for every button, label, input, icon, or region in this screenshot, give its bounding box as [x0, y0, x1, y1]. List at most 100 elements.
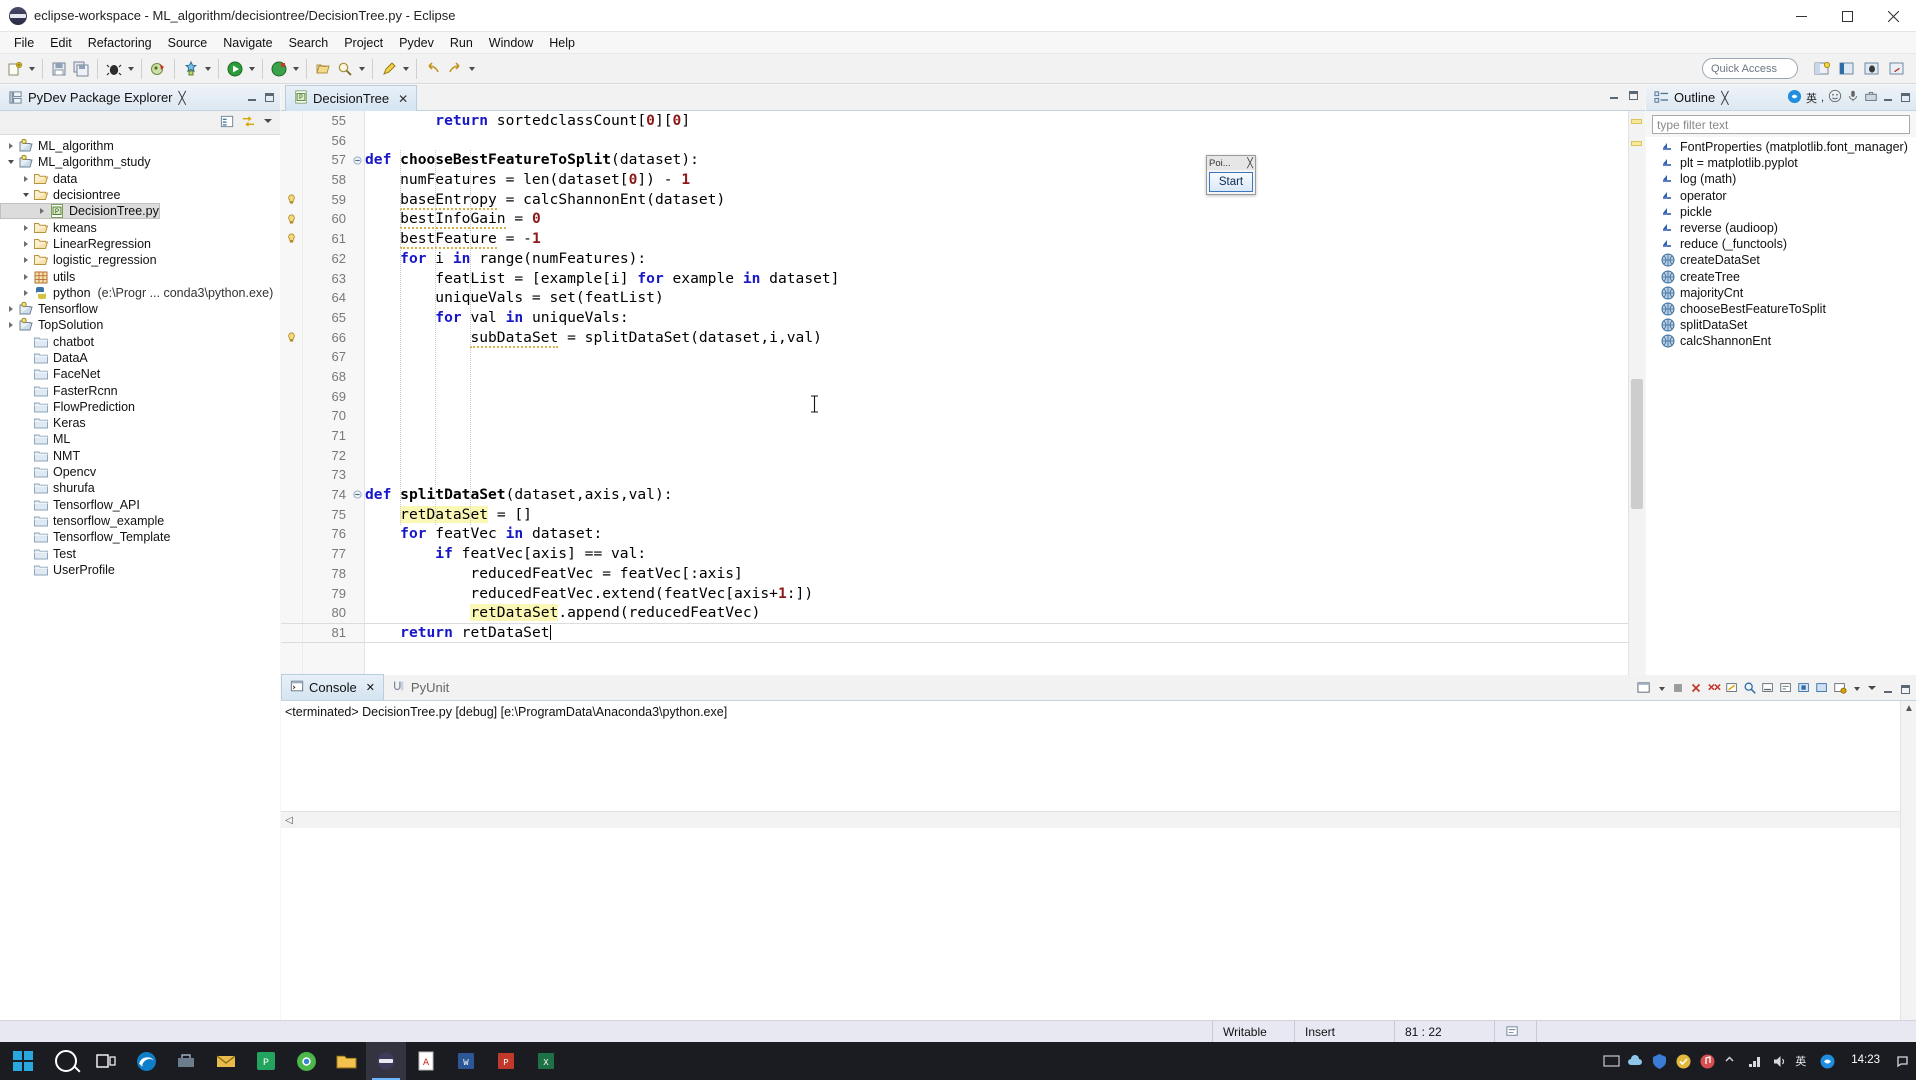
mic-icon[interactable]	[1846, 89, 1860, 106]
ime-lang-icon[interactable]: 英	[1806, 90, 1817, 106]
scroll-left-icon[interactable]: ◁	[281, 813, 297, 828]
last-edit-dropdown-icon[interactable]	[400, 58, 411, 80]
ime-sogou-icon[interactable]	[1819, 1053, 1836, 1070]
shield-icon[interactable]	[1651, 1053, 1668, 1070]
code-line[interactable]: retDataSet.append(reducedFeatVec)	[365, 603, 1627, 623]
code-line[interactable]: bestInfoGain = 0	[365, 209, 1627, 230]
package-explorer-tab[interactable]: PyDev Package Explorer ╳	[0, 85, 280, 111]
music-icon[interactable]	[1699, 1053, 1716, 1070]
outline-item[interactable]: calcShannonEnt	[1646, 333, 1916, 349]
code-line[interactable]: numFeatures = len(dataset[0]) - 1	[365, 170, 1627, 190]
outline-item[interactable]: FontProperties (matplotlib.font_manager)	[1646, 139, 1916, 155]
console-view-menu-icon[interactable]	[1866, 682, 1878, 697]
tree-item-userprofile[interactable]: UserProfile	[0, 562, 280, 578]
chevron-right-icon[interactable]	[19, 172, 33, 186]
chevron-right-icon[interactable]	[19, 221, 33, 235]
run-icon[interactable]	[224, 58, 246, 80]
save-icon[interactable]	[48, 58, 70, 80]
tab-console[interactable]: Console ✕	[281, 674, 384, 700]
task-view-icon[interactable]	[86, 1042, 126, 1080]
taskbar-clock[interactable]: 14:23	[1843, 1054, 1888, 1067]
chevron-right-icon[interactable]	[35, 204, 49, 218]
menu-project[interactable]: Project	[336, 34, 391, 52]
view-menu-icon[interactable]	[262, 115, 274, 130]
monitor-icon[interactable]	[1603, 1053, 1620, 1070]
tab-pyunit[interactable]: PyUnit	[384, 674, 457, 700]
pydev-package-icon[interactable]	[180, 58, 202, 80]
menu-run[interactable]: Run	[442, 34, 481, 52]
excel-icon[interactable]: X	[526, 1042, 566, 1080]
back-icon[interactable]	[422, 58, 444, 80]
save-all-icon[interactable]	[70, 58, 92, 80]
code-line[interactable]: baseEntropy = calcShannonEnt(dataset)	[365, 190, 1627, 210]
debug-dropdown-icon[interactable]	[125, 58, 136, 80]
chevron-right-icon[interactable]	[19, 286, 33, 300]
tree-item-ml[interactable]: ML	[0, 431, 280, 447]
minimize-icon[interactable]	[246, 91, 259, 104]
scroll-thumb[interactable]	[1631, 379, 1643, 509]
chevron-down-icon[interactable]	[19, 188, 33, 202]
tree-item-facenet[interactable]: FaceNet	[0, 366, 280, 382]
code-line[interactable]: return sortedclassCount[0][0]	[365, 111, 1627, 131]
link-with-editor-icon[interactable]	[241, 114, 256, 132]
tree-item-ml-algorithm[interactable]: ML_algorithm	[0, 138, 280, 154]
explorer-icon[interactable]	[326, 1042, 366, 1080]
tree-item-opencv[interactable]: Opencv	[0, 464, 280, 480]
maximize-icon[interactable]	[1628, 90, 1639, 104]
tree-item-utils[interactable]: utils	[0, 268, 280, 284]
find-icon[interactable]	[1743, 681, 1757, 698]
perspective-pydev-icon[interactable]	[1836, 58, 1858, 80]
emoji-icon[interactable]	[1828, 89, 1842, 106]
overview-marker[interactable]	[1631, 141, 1642, 146]
menu-file[interactable]: File	[6, 34, 42, 52]
eclipse-icon[interactable]	[366, 1042, 406, 1080]
menu-window[interactable]: Window	[481, 34, 541, 52]
network-icon[interactable]	[1747, 1053, 1764, 1070]
ime-lang-icon[interactable]: 英	[1795, 1053, 1812, 1070]
open-console-dropdown-icon[interactable]	[1851, 678, 1862, 700]
chevron-right-icon[interactable]	[4, 139, 18, 153]
chevron-right-icon[interactable]	[4, 302, 18, 316]
tree-item-kmeans[interactable]: kmeans	[0, 219, 280, 235]
pin-console-icon[interactable]	[1797, 681, 1811, 698]
outline-tab[interactable]: Outline ╳ 英 ,	[1646, 85, 1916, 111]
close-icon[interactable]: ╳	[179, 91, 186, 105]
code-line[interactable]: featList = [example[i] for example in da…	[365, 269, 1627, 289]
new-wizard-icon[interactable]	[4, 58, 26, 80]
chevron-up-icon[interactable]	[1723, 1053, 1740, 1070]
console-vertical-scrollbar[interactable]: ▲ ▼	[1900, 701, 1916, 1063]
code-line[interactable]: for val in uniqueVals:	[365, 308, 1627, 328]
start-icon[interactable]	[0, 1042, 46, 1080]
outline-item[interactable]: splitDataSet	[1646, 317, 1916, 333]
tree-item-ml-algorithm-study[interactable]: ML_algorithm_study	[0, 154, 280, 170]
code-line[interactable]: for featVec in dataset:	[365, 524, 1627, 544]
search-dropdown-icon[interactable]	[356, 58, 367, 80]
display-console-icon[interactable]	[1637, 680, 1652, 698]
profile-icon[interactable]	[268, 58, 290, 80]
pycharm-icon[interactable]: P	[246, 1042, 286, 1080]
security-icon[interactable]	[1675, 1053, 1692, 1070]
clear-console-icon[interactable]	[1725, 681, 1739, 698]
tree-item-data[interactable]: data	[0, 171, 280, 187]
chevron-right-icon[interactable]	[19, 270, 33, 284]
editor-tab-decisiontree[interactable]: P DecisionTree ✕	[285, 85, 418, 111]
perspective-debug-icon[interactable]	[1861, 58, 1883, 80]
tree-item-test[interactable]: Test	[0, 545, 280, 561]
collapse-all-icon[interactable]	[220, 114, 235, 132]
tree-item-flowprediction[interactable]: FlowPrediction	[0, 399, 280, 415]
code-line[interactable]	[365, 406, 1627, 426]
forward-icon[interactable]	[444, 58, 466, 80]
edge-icon[interactable]	[126, 1042, 166, 1080]
maximize-button[interactable]	[1824, 0, 1870, 32]
profile-dropdown-icon[interactable]	[290, 58, 301, 80]
open-perspective-icon[interactable]	[1811, 58, 1833, 80]
quick-access-input[interactable]: Quick Access	[1702, 58, 1798, 79]
minimize-icon[interactable]	[1882, 683, 1895, 696]
code-line[interactable]	[365, 387, 1627, 407]
chevron-right-icon[interactable]	[4, 318, 18, 332]
palette-close-icon[interactable]: ╳	[1247, 158, 1253, 169]
code-line[interactable]: bestFeature = -1	[365, 229, 1627, 250]
menu-navigate[interactable]: Navigate	[215, 34, 280, 52]
last-edit-location-icon[interactable]	[378, 58, 400, 80]
chevron-right-icon[interactable]	[19, 237, 33, 251]
